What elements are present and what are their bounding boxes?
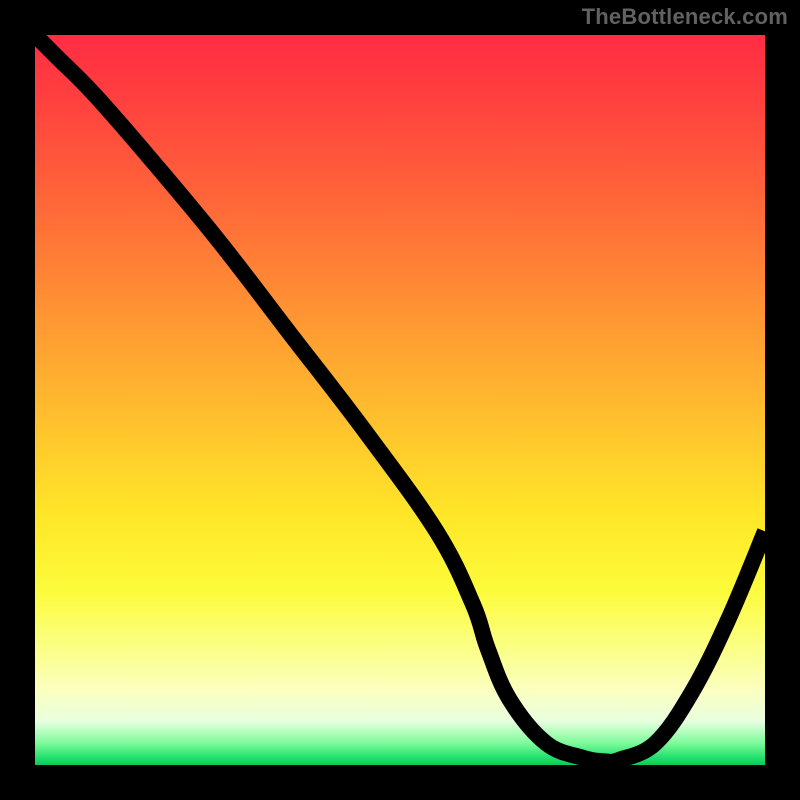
chart-frame: TheBottleneck.com (0, 0, 800, 800)
plot-area (35, 35, 765, 765)
bottleneck-curve (35, 35, 765, 762)
curve-layer (35, 35, 765, 765)
watermark-text: TheBottleneck.com (582, 4, 788, 30)
